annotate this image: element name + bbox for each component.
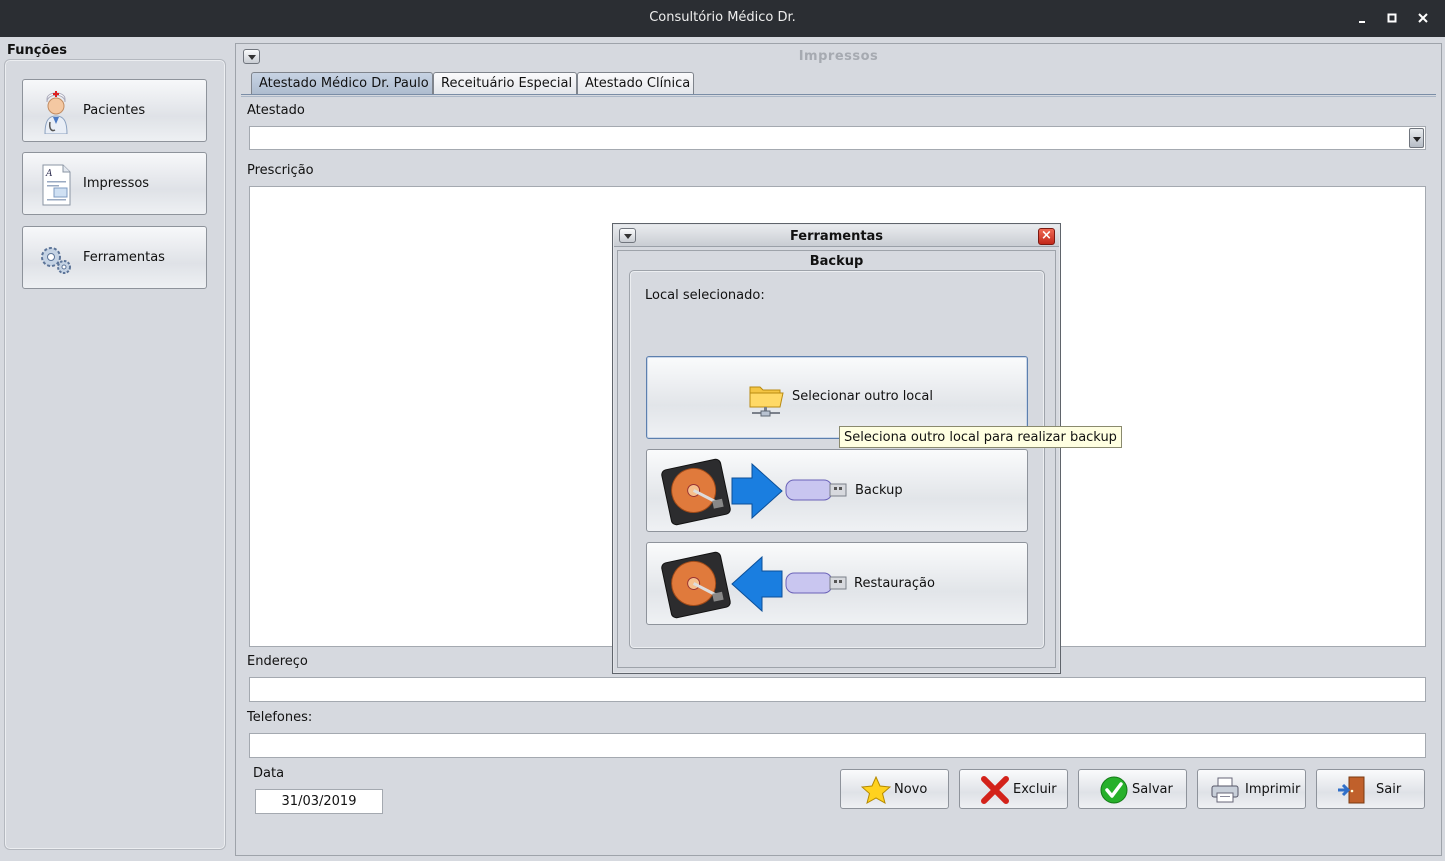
novo-button[interactable]: Novo: [840, 769, 949, 809]
telefones-field[interactable]: [249, 733, 1426, 758]
novo-label: Novo: [894, 782, 928, 797]
tab-divider: [241, 94, 1436, 97]
printer-icon: [1210, 776, 1240, 804]
prescricao-label: Prescrição: [247, 163, 314, 178]
green-check-icon: [1099, 776, 1129, 804]
restauracao-label: Restauração: [854, 576, 935, 591]
salvar-button[interactable]: Salvar: [1078, 769, 1187, 809]
frame-title: Impressos: [798, 49, 879, 64]
window-title: Consultório Médico Dr.: [649, 10, 796, 25]
imprimir-button[interactable]: Imprimir: [1197, 769, 1306, 809]
tab-atestado-clinica[interactable]: Atestado Clínica: [577, 72, 694, 94]
exit-door-icon: [1337, 776, 1367, 804]
tooltip: Seleciona outro local para realizar back…: [839, 426, 1122, 448]
dialog-titlebar: Ferramentas ×: [614, 225, 1059, 247]
sidebar-item-ferramentas[interactable]: Ferramentas: [22, 226, 207, 289]
endereco-label: Endereço: [247, 654, 308, 669]
restauracao-button[interactable]: Restauração: [646, 542, 1028, 625]
close-icon[interactable]: ×: [1038, 228, 1055, 245]
sair-button[interactable]: Sair: [1316, 769, 1425, 809]
minimize-icon[interactable]: [1352, 8, 1372, 28]
backup-heading: Backup: [809, 254, 864, 269]
hdd-to-usb-icon: [660, 456, 850, 526]
sidebar-item-pacientes[interactable]: Pacientes: [22, 79, 207, 142]
atestado-combo[interactable]: [249, 126, 1426, 150]
close-icon[interactable]: [1413, 8, 1433, 28]
sidebar-item-label: Ferramentas: [83, 250, 165, 265]
telefones-label: Telefones:: [247, 710, 313, 725]
excluir-button[interactable]: Excluir: [959, 769, 1068, 809]
sidebar-item-label: Impressos: [83, 176, 150, 191]
backup-button[interactable]: Backup: [646, 449, 1028, 532]
sidebar-item-label: Pacientes: [83, 103, 146, 118]
data-field[interactable]: 31/03/2019: [255, 789, 383, 814]
star-icon: [860, 775, 892, 805]
ferramentas-dialog: Ferramentas × Backup Local selecionado: …: [612, 223, 1061, 674]
salvar-label: Salvar: [1132, 782, 1173, 797]
usb-to-hdd-icon: [660, 549, 850, 619]
chevron-down-icon[interactable]: [1409, 128, 1424, 148]
sidebar-item-impressos[interactable]: A Impressos: [22, 152, 207, 215]
excluir-label: Excluir: [1013, 782, 1057, 797]
tab-receituario-especial[interactable]: Receituário Especial: [433, 72, 577, 94]
data-label: Data: [253, 766, 285, 781]
dialog-title: Ferramentas: [789, 229, 884, 244]
doctor-icon: [37, 90, 75, 135]
svg-text:A: A: [45, 169, 53, 179]
imprimir-label: Imprimir: [1245, 782, 1301, 797]
selecionar-local-label: Selecionar outro local: [792, 389, 933, 404]
gears-icon: [37, 237, 75, 279]
endereco-field[interactable]: [249, 677, 1426, 702]
backup-label: Backup: [855, 483, 903, 498]
sair-label: Sair: [1376, 782, 1402, 797]
red-x-icon: [980, 776, 1010, 804]
local-selecionado-label: Local selecionado:: [645, 288, 765, 303]
atestado-label: Atestado: [247, 103, 305, 118]
maximize-icon[interactable]: [1382, 8, 1402, 28]
document-icon: A: [37, 163, 75, 206]
tab-atestado-medico[interactable]: Atestado Médico Dr. Paulo: [251, 72, 433, 94]
network-folder-icon: [748, 379, 786, 419]
window-titlebar: Consultório Médico Dr.: [0, 0, 1445, 37]
sidebar-title: Funções: [7, 43, 67, 58]
